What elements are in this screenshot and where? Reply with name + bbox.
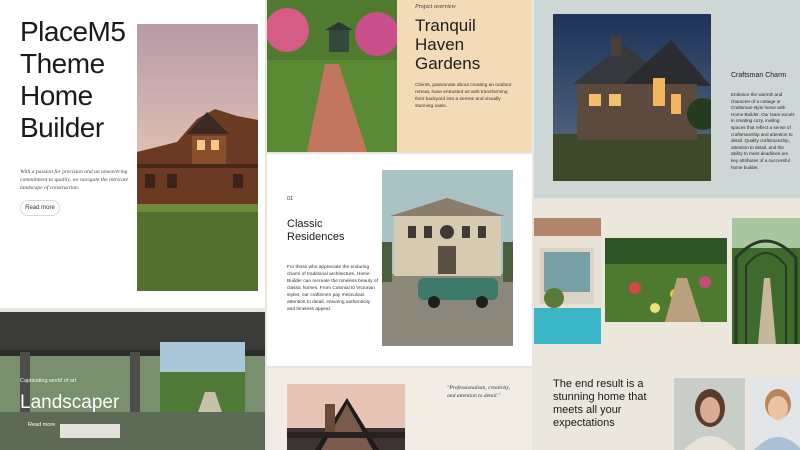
craftsman-card: Craftsman Charm Embrace the warmth and c… — [534, 0, 800, 198]
flower-garden-image — [605, 238, 727, 322]
hero-house-image — [137, 24, 258, 291]
craftsman-title: Craftsman Charm — [731, 72, 787, 79]
arbor-path-image — [732, 218, 800, 344]
pool-interior-image — [534, 218, 601, 344]
portrait-woman-image — [674, 378, 745, 450]
quote-card: "Professionalism, creativity, and attent… — [267, 368, 532, 450]
landscaper-read-more-link[interactable]: Read more — [28, 422, 55, 428]
landscaper-eyebrow: Captivating world of art — [20, 378, 77, 384]
classic-body: For those who appreciate the enduring ch… — [287, 265, 378, 312]
craftsman-house-image — [553, 14, 711, 181]
gallery-card: The end result is a stunning home that m… — [534, 200, 800, 450]
classic-title: Classic Residences — [287, 218, 345, 243]
hero-card: PlaceM5 Theme Home Builder With a passio… — [0, 0, 265, 308]
landscaper-card: Captivating world of art Landscaper Read… — [0, 312, 265, 450]
classic-number: 01 — [287, 196, 294, 202]
landscaper-title: Landscaper — [20, 392, 120, 413]
classic-card: 01 Classic Residences For those who appr… — [267, 154, 532, 366]
classic-residence-image — [382, 170, 513, 346]
tranquil-eyebrow: Project overview — [415, 4, 456, 10]
hero-title: PlaceM5 Theme Home Builder — [20, 16, 126, 143]
hero-tagline: With a passion for precision and an unwa… — [20, 169, 128, 191]
testimonial-quote: "Professionalism, creativity, and attent… — [447, 385, 510, 399]
modern-house-image — [287, 384, 405, 450]
garden-path-image — [267, 0, 397, 152]
tranquil-title: Tranquil Haven Gardens — [415, 16, 481, 73]
hero-read-more-button[interactable]: Read more — [20, 200, 60, 216]
tranquil-body: Clients, passionate about creating an ou… — [415, 83, 512, 109]
result-title: The end result is a stunning home that m… — [553, 378, 647, 429]
tranquil-card: Project overview Tranquil Haven Gardens … — [267, 0, 532, 152]
portrait-man-image — [750, 378, 800, 450]
craftsman-body: Embrace the warmth and character of a co… — [731, 92, 795, 170]
